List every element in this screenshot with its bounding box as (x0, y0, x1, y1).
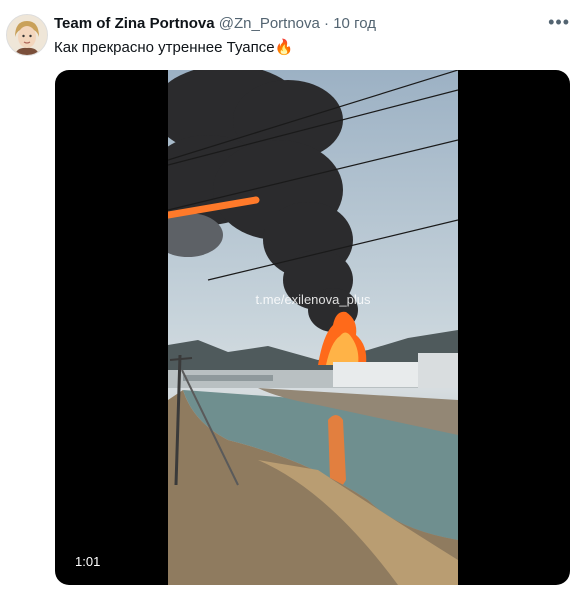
more-dots-icon[interactable]: ••• (548, 12, 570, 33)
tweet-header: Team of Zina Portnova @Zn_Portnova · 10 … (54, 15, 376, 32)
avatar-image (7, 15, 47, 55)
avatar[interactable] (6, 14, 48, 56)
meta-separator: · (324, 15, 330, 32)
video-player[interactable]: t.me/exilenova_plus 1:01 (55, 70, 570, 585)
tweet-text-body: Как прекрасно утреннее Туапсе (54, 39, 275, 56)
fire-emoji-icon: 🔥 (274, 39, 294, 56)
tweet-timestamp[interactable]: 10 год (333, 15, 376, 32)
display-name[interactable]: Team of Zina Portnova (54, 15, 215, 32)
video-scene (168, 70, 458, 585)
user-handle[interactable]: @Zn_Portnova (219, 15, 320, 32)
video-frame[interactable]: t.me/exilenova_plus (168, 70, 458, 585)
video-duration-badge: 1:01 (69, 552, 107, 571)
tweet: Team of Zina Portnova @Zn_Portnova · 10 … (0, 0, 580, 597)
video-watermark: t.me/exilenova_plus (255, 292, 371, 307)
tweet-text: Как прекрасно утреннее Туапсе🔥 (54, 38, 293, 56)
